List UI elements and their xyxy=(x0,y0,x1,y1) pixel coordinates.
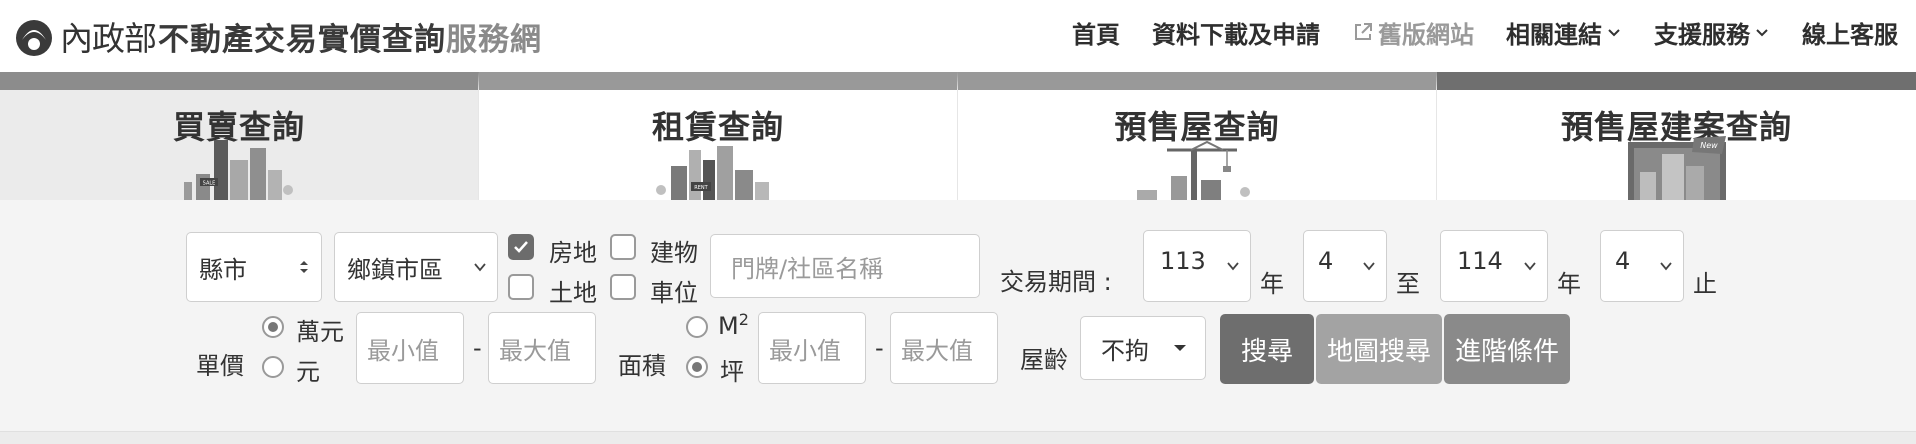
area-min-placeholder: 最小值 xyxy=(769,336,841,365)
nav-support-label: 支援服務 xyxy=(1654,20,1750,49)
chevron-down-icon xyxy=(1363,262,1375,271)
period-label-text: 交易期間 xyxy=(1000,268,1096,296)
caret-down-icon xyxy=(1174,345,1186,351)
advanced-conditions-button[interactable]: 進階條件 xyxy=(1444,314,1570,384)
period-label: 交易期間 : xyxy=(1000,262,1112,297)
map-search-button[interactable]: 地圖搜尋 xyxy=(1316,314,1442,384)
checkbox-parking[interactable] xyxy=(610,274,636,300)
sale-sign: SALE xyxy=(203,181,216,187)
label-area-m2: M2 xyxy=(718,310,749,340)
tab-presale-project[interactable]: 預售屋建案查詢 New xyxy=(1437,72,1916,200)
district-select-value: 鄉鎮市區 xyxy=(347,255,443,284)
nav-links-label: 相關連結 xyxy=(1506,20,1602,49)
nav-home[interactable]: 首頁 xyxy=(1072,15,1120,50)
from-year-unit: 年 xyxy=(1260,270,1284,298)
checkbox-land[interactable] xyxy=(508,274,534,300)
age-label: 屋齡 xyxy=(1020,346,1068,374)
to-year-value: 114 xyxy=(1457,247,1503,275)
site-brand[interactable]: 內政部 不動產交易實價查詢 服務網 xyxy=(12,8,542,64)
label-area-m2-sup: 2 xyxy=(738,310,749,329)
label-unit-wan: 萬元 xyxy=(296,318,344,346)
age-select-value: 不拘 xyxy=(1101,336,1149,365)
area-label: 面積 xyxy=(618,352,666,380)
tab-rent-label: 租賃查詢 xyxy=(651,108,784,146)
unit-price-label: 單價 xyxy=(196,352,244,380)
ministry-logo-icon xyxy=(16,20,52,56)
chevron-down-icon xyxy=(474,263,486,272)
label-parking: 車位 xyxy=(650,279,698,307)
radio-area-m2[interactable] xyxy=(686,316,708,338)
from-year-select[interactable]: 113 xyxy=(1143,230,1251,302)
nav-download[interactable]: 資料下載及申請 xyxy=(1152,15,1320,50)
radio-area-ping[interactable] xyxy=(686,356,708,378)
nav-support[interactable]: 支援服務 xyxy=(1654,15,1770,50)
search-button[interactable]: 搜尋 xyxy=(1220,314,1314,384)
address-input-placeholder: 門牌/社區名稱 xyxy=(731,254,884,283)
label-area-ping: 坪 xyxy=(720,358,744,386)
period-colon: : xyxy=(1103,268,1112,296)
district-select[interactable]: 鄉鎮市區 xyxy=(334,232,498,302)
chevron-down-icon xyxy=(1227,262,1239,271)
city-rent-illustration-icon: RENT xyxy=(656,146,769,200)
tab-rent[interactable]: 租賃查詢 RENT xyxy=(479,72,958,200)
to-month-select[interactable]: 4 xyxy=(1600,230,1684,302)
tab-presale[interactable]: 預售屋查詢 xyxy=(958,72,1437,200)
county-select-value: 縣市 xyxy=(199,255,247,284)
address-input[interactable]: 門牌/社區名稱 xyxy=(710,234,980,298)
nav-old-site-label: 舊版網站 xyxy=(1378,20,1474,49)
rent-sign: RENT xyxy=(694,185,708,191)
to-month-value: 4 xyxy=(1615,247,1631,275)
area-max-input[interactable]: 最大值 xyxy=(890,312,998,384)
area-min-input[interactable]: 最小值 xyxy=(758,312,866,384)
query-tabs: 買賣查詢 SALE 租賃查詢 RENT 預售屋查詢 預售屋建案查詢 New xyxy=(0,72,1916,200)
site-title: 不動產交易實價查詢 xyxy=(158,21,446,58)
radio-unit-yuan[interactable] xyxy=(262,356,284,378)
to-label: 至 xyxy=(1396,270,1420,298)
age-select[interactable]: 不拘 xyxy=(1080,316,1206,380)
panel-bottom-strip xyxy=(0,432,1916,444)
tab-sale[interactable]: 買賣查詢 SALE xyxy=(0,72,479,200)
nav-old-site[interactable]: 舊版網站 xyxy=(1352,15,1474,50)
to-year-unit: 年 xyxy=(1557,270,1581,298)
unit-price-dash: - xyxy=(473,334,482,362)
nav-links[interactable]: 相關連結 xyxy=(1506,15,1622,50)
external-link-icon xyxy=(1355,23,1372,40)
to-year-select[interactable]: 114 xyxy=(1440,230,1548,302)
site-header: 內政部 不動產交易實價查詢 服務網 首頁 資料下載及申請 舊版網站 相關連結 支… xyxy=(0,0,1916,72)
end-label: 止 xyxy=(1693,270,1717,298)
check-icon xyxy=(514,241,528,253)
area-dash: - xyxy=(875,334,884,362)
label-unit-yuan: 元 xyxy=(296,358,320,386)
checkbox-building[interactable] xyxy=(610,234,636,260)
search-panel: 縣市 鄉鎮市區 房地 建物 土地 車位 門牌/社區名稱 交易期間 : 113 年… xyxy=(0,200,1916,432)
radio-unit-wan[interactable] xyxy=(262,316,284,338)
site-title-suffix: 服務網 xyxy=(446,21,542,58)
main-nav: 首頁 資料下載及申請 舊版網站 相關連結 支援服務 線上客服 xyxy=(1040,0,1898,64)
label-house-land: 房地 xyxy=(549,239,597,267)
new-project-board-illustration-icon: New xyxy=(1627,136,1726,200)
area-max-placeholder: 最大值 xyxy=(901,336,973,365)
unit-price-max-input[interactable]: 最大值 xyxy=(488,312,596,384)
unit-price-min-placeholder: 最小值 xyxy=(367,336,439,365)
construction-crane-illustration-icon xyxy=(1137,140,1250,200)
chevron-down-icon xyxy=(1608,29,1620,37)
sort-updown-icon xyxy=(300,261,308,273)
from-month-value: 4 xyxy=(1318,247,1334,275)
from-month-select[interactable]: 4 xyxy=(1303,230,1387,302)
city-sale-illustration-icon: SALE xyxy=(184,140,293,200)
label-building: 建物 xyxy=(650,239,698,267)
county-select[interactable]: 縣市 xyxy=(186,232,322,302)
unit-price-max-placeholder: 最大值 xyxy=(499,336,571,365)
checkbox-house-land[interactable] xyxy=(508,234,534,260)
label-area-m2-base: M xyxy=(718,312,739,340)
nav-online-service[interactable]: 線上客服 xyxy=(1802,15,1898,50)
chevron-down-icon xyxy=(1660,262,1672,271)
chevron-down-icon xyxy=(1756,29,1768,37)
from-year-value: 113 xyxy=(1160,247,1206,275)
label-land: 土地 xyxy=(549,279,597,307)
chevron-down-icon xyxy=(1524,262,1536,271)
new-badge: New xyxy=(1700,141,1718,150)
unit-price-min-input[interactable]: 最小值 xyxy=(356,312,464,384)
ministry-name: 內政部 xyxy=(60,19,157,58)
